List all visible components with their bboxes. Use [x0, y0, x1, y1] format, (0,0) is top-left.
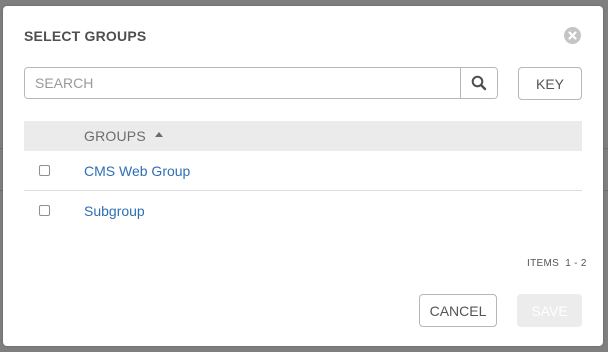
groups-column-header[interactable]: GROUPS: [84, 128, 146, 144]
table-header: GROUPS: [24, 121, 582, 151]
modal-title: SELECT GROUPS: [24, 28, 147, 44]
table-row: Subgroup: [24, 191, 582, 231]
select-groups-modal: SELECT GROUPS KEY GROUPS CMS Web Group S…: [3, 6, 603, 346]
sort-ascending-icon[interactable]: [155, 132, 163, 137]
items-count: ITEMS 1 - 2: [527, 258, 587, 269]
cancel-button[interactable]: CANCEL: [419, 294, 497, 327]
save-button[interactable]: SAVE: [517, 294, 582, 327]
search-bar: [24, 67, 498, 99]
background-divider: [603, 148, 608, 149]
search-input[interactable]: [25, 68, 460, 98]
row-checkbox[interactable]: [39, 205, 50, 216]
group-link[interactable]: CMS Web Group: [84, 163, 190, 179]
background-divider: [603, 190, 608, 191]
group-link[interactable]: Subgroup: [84, 203, 145, 219]
row-checkbox[interactable]: [39, 165, 50, 176]
close-button[interactable]: [564, 27, 581, 44]
search-icon: [471, 75, 487, 91]
search-button[interactable]: [460, 68, 497, 98]
table-row: CMS Web Group: [24, 151, 582, 191]
key-button[interactable]: KEY: [518, 67, 582, 100]
groups-table: GROUPS CMS Web Group Subgroup: [24, 121, 582, 231]
close-icon: [568, 31, 577, 40]
